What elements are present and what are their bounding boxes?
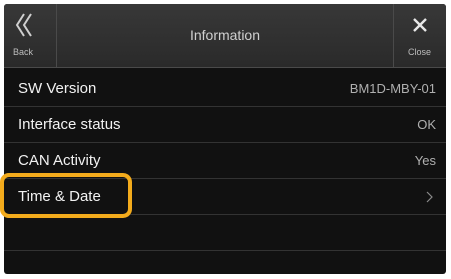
row-label: Time & Date — [18, 188, 101, 205]
row-sw-version: SW Version BM1D-MBY-01 — [4, 71, 446, 107]
information-panel: Back Information Close SW Version BM1D-M… — [4, 4, 446, 274]
close-button[interactable]: Close — [393, 4, 446, 67]
close-icon — [413, 18, 427, 32]
row-label: CAN Activity — [18, 152, 101, 169]
row-label: Interface status — [18, 116, 121, 133]
row-time-date[interactable]: Time & Date — [4, 179, 446, 215]
row-value: BM1D-MBY-01 — [349, 81, 436, 96]
close-label: Close — [408, 47, 432, 57]
back-button[interactable]: Back — [4, 4, 57, 67]
back-label: Back — [13, 47, 34, 57]
chevron-right-icon — [426, 191, 433, 203]
row-value: Yes — [414, 153, 436, 168]
row-interface-status: Interface status OK — [4, 107, 446, 143]
page-title: Information — [189, 27, 261, 43]
row-value: OK — [417, 117, 436, 132]
title-bar: Back Information Close — [4, 4, 446, 68]
row-label: SW Version — [18, 80, 97, 97]
screen: Back Information Close SW Version BM1D-M… — [0, 0, 451, 279]
row-can-activity: CAN Activity Yes — [4, 143, 446, 179]
empty-row — [4, 215, 446, 251]
double-chevron-left-icon — [15, 13, 32, 37]
